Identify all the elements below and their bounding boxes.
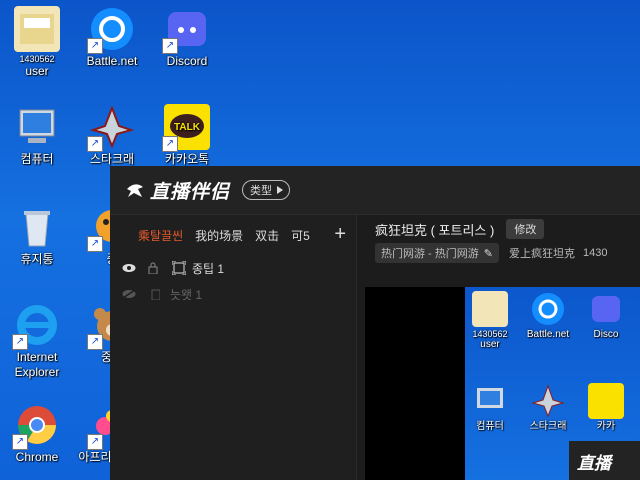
- scene-source-icon: [172, 261, 186, 275]
- starcraft-icon: ↗: [87, 104, 135, 152]
- category-label: 热门网游 - 热门网游: [381, 248, 479, 260]
- desktop-icon-battlenet[interactable]: ↗ Battle.net: [75, 6, 149, 69]
- desktop-icon-label: 컴퓨터: [20, 152, 54, 166]
- eye-icon[interactable]: [122, 263, 136, 273]
- add-scene-button[interactable]: +: [334, 224, 346, 244]
- logo-mark-icon: [127, 184, 143, 197]
- desktop-icon-recycle-bin[interactable]: 휴지통: [0, 204, 74, 267]
- computer-icon: [14, 104, 60, 150]
- scene-panel: 乘탈끌씬 我的场景 双击 可5 + 종팁 1 늣왯 1: [110, 215, 357, 480]
- scene-name: 종팁 1: [192, 261, 225, 276]
- mini-logo-text: 直播: [577, 453, 611, 473]
- recycle-bin-icon: [14, 204, 60, 250]
- stream-panel: 疯狂坦克 ( 포트리스 ) 修改 热门网游 - 热门网游 ✎ 爱上疯狂坦克 14…: [357, 215, 640, 480]
- desktop-icon-label: Battle.net: [86, 54, 138, 68]
- desktop-icon-user[interactable]: 1430562 user: [0, 6, 74, 79]
- type-button-label: 类型: [250, 185, 273, 197]
- desktop-icon-chrome[interactable]: ↗ Chrome: [0, 402, 74, 465]
- stream-title: 疯狂坦克 ( 포트리스 ): [375, 222, 495, 238]
- shortcut-arrow-icon: ↗: [162, 136, 178, 152]
- app-logo: 直播伴侣: [124, 177, 230, 204]
- desktop-icon-label: 스타크래: [89, 152, 135, 166]
- shortcut-arrow-icon: ↗: [162, 38, 178, 54]
- user-folder-icon: [14, 6, 60, 52]
- preview-icon-battlenet: Battle.net: [519, 291, 577, 341]
- category-selector[interactable]: 热门网游 - 热门网游 ✎: [375, 243, 499, 263]
- desktop-icon-label: Chrome: [15, 450, 59, 464]
- internet-explorer-icon: ↗: [12, 302, 60, 350]
- desktop-icon-label: Internet Explorer: [14, 350, 60, 379]
- discord-icon: [588, 291, 624, 327]
- scene-name: 늣왯 1: [170, 287, 203, 302]
- desktop-icon-computer[interactable]: 컴퓨터: [0, 104, 74, 167]
- preview-icon-sub: 1430562: [472, 329, 508, 339]
- preview-icon-kakao: 카카: [577, 383, 635, 433]
- lock-icon[interactable]: [148, 262, 158, 274]
- shortcut-arrow-icon: ↗: [12, 334, 28, 350]
- shortcut-arrow-icon: ↗: [12, 434, 28, 450]
- type-button[interactable]: 类型: [242, 180, 291, 200]
- kakaotalk-icon: TALK ↗: [162, 104, 210, 152]
- stream-title-row: 疯狂坦克 ( 포트리스 ) 修改: [357, 215, 640, 243]
- scene-row[interactable]: 늣왯 1: [110, 281, 356, 307]
- desktop-icon-internet-explorer[interactable]: ↗ Internet Explorer: [0, 302, 74, 380]
- app-logo-text: 直播伴侣: [150, 181, 231, 203]
- stream-preview[interactable]: 1430562 user Battle.net Disco 컴퓨터 스타크래 카…: [365, 287, 640, 480]
- battlenet-icon: ↗: [87, 6, 135, 54]
- edit-title-button[interactable]: 修改: [506, 219, 545, 239]
- preview-desktop: 1430562 user Battle.net Disco 컴퓨터 스타크래 카…: [465, 287, 640, 480]
- preview-icon-label: 카카: [596, 421, 616, 432]
- tab-scene[interactable]: 乘탈끌씬: [138, 227, 183, 244]
- pencil-icon: ✎: [483, 247, 493, 260]
- eye-hidden-icon[interactable]: [122, 289, 136, 299]
- battlenet-icon: [530, 291, 566, 327]
- shortcut-arrow-icon: ↗: [87, 38, 103, 54]
- stream-meta-row: 热门网游 - 热门网游 ✎ 爱上疯狂坦克 1430: [357, 243, 640, 263]
- preview-icon-discord: Disco: [577, 291, 635, 341]
- tab-more[interactable]: 可5: [291, 227, 310, 244]
- preview-icon-label: Disco: [593, 329, 619, 340]
- preview-icon-label: Battle.net: [526, 329, 570, 340]
- desktop-icon-label: Discord: [166, 54, 208, 68]
- starcraft-icon: [530, 383, 566, 419]
- kakaotalk-logo-text: TALK: [174, 122, 201, 133]
- shortcut-arrow-icon: ↗: [87, 334, 103, 350]
- play-triangle-icon: [277, 186, 284, 194]
- desktop-icon-label: 휴지통: [20, 252, 54, 266]
- scene-tabs: 乘탈끌씬 我的场景 双击 可5 +: [110, 215, 356, 255]
- tab-double-click[interactable]: 双击: [255, 227, 279, 244]
- shortcut-arrow-icon: ↗: [87, 434, 103, 450]
- kakaotalk-icon: [588, 383, 624, 419]
- user-subtext: 1430562: [19, 54, 55, 64]
- preview-icon-label: user: [480, 339, 500, 350]
- desktop-icon-kakaotalk[interactable]: TALK ↗ 카카오톡: [150, 104, 224, 167]
- preview-icon-label: 컴퓨터: [476, 421, 504, 432]
- computer-icon: [472, 383, 508, 419]
- discord-icon: ↗: [162, 6, 210, 54]
- preview-icon-label: 스타크래: [529, 421, 567, 432]
- streaming-app-window: 直播伴侣 类型 乘탈끌씬 我的场景 双击 可5 + 종팁 1 늣왯 1 疯狂坦克…: [110, 166, 640, 480]
- copy-icon: [151, 289, 160, 300]
- shortcut-arrow-icon: ↗: [87, 236, 103, 252]
- preview-icon-user: 1430562 user: [461, 291, 519, 351]
- preview-icon-starcraft: 스타크래: [519, 383, 577, 433]
- stream-id-text: 1430: [583, 247, 608, 259]
- desktop-icon-label: 카카오톡: [164, 152, 210, 166]
- user-folder-icon: [472, 291, 508, 327]
- tab-my-scenes[interactable]: 我的场景: [195, 227, 243, 244]
- desktop-icon-discord[interactable]: ↗ Discord: [150, 6, 224, 69]
- shortcut-arrow-icon: ↗: [87, 136, 103, 152]
- desktop-icon-label: user: [25, 64, 49, 78]
- preview-icon-computer: 컴퓨터: [461, 383, 519, 433]
- app-titlebar: 直播伴侣 类型: [110, 166, 640, 215]
- scene-row[interactable]: 종팁 1: [110, 255, 356, 281]
- chrome-icon: ↗: [12, 402, 60, 450]
- follower-text: 爱上疯狂坦克: [509, 248, 575, 260]
- preview-mini-app-logo: 直播: [569, 441, 640, 480]
- desktop-icon-starcraft[interactable]: ↗ 스타크래: [75, 104, 149, 167]
